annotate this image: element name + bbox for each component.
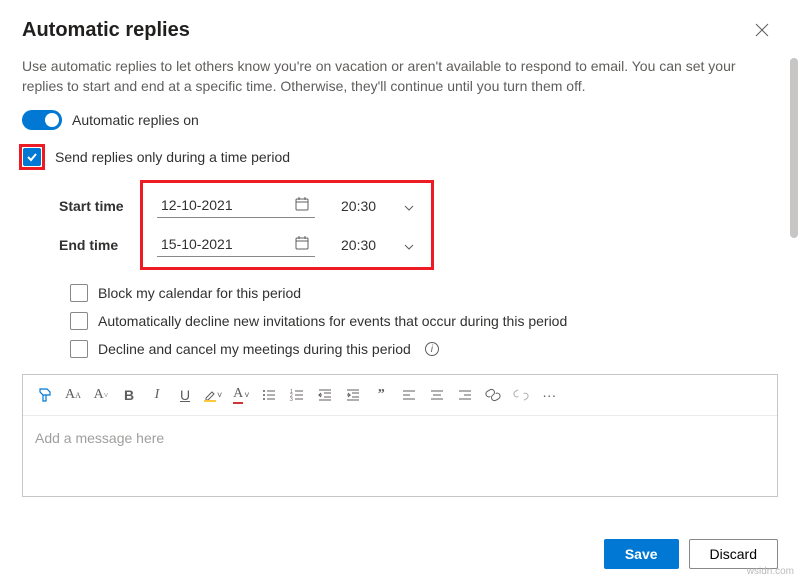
description-text: Use automatic replies to let others know…	[22, 57, 778, 96]
more-button[interactable]: ···	[537, 381, 561, 409]
calendar-icon[interactable]	[295, 197, 309, 214]
time-period-checkbox[interactable]	[23, 148, 41, 166]
checkmark-icon	[26, 151, 38, 163]
format-painter-button[interactable]	[33, 381, 57, 409]
end-date-input[interactable]	[157, 232, 315, 257]
chevron-down-icon	[404, 237, 414, 253]
chevron-down-icon	[404, 198, 414, 214]
time-period-label: Send replies only during a time period	[55, 149, 290, 165]
end-time-value: 20:30	[341, 237, 376, 253]
unlink-button[interactable]	[509, 381, 533, 409]
close-icon	[755, 23, 769, 37]
auto-decline-checkbox[interactable]	[70, 312, 88, 330]
block-calendar-label: Block my calendar for this period	[98, 285, 301, 301]
end-time-label: End time	[59, 237, 131, 253]
highlight-frame-checkbox	[19, 144, 45, 170]
bullet-list-button[interactable]	[257, 381, 281, 409]
dialog-title: Automatic replies	[22, 19, 190, 42]
start-time-label: Start time	[59, 198, 131, 214]
font-size-down-button[interactable]: A˅	[89, 381, 113, 409]
scrollbar-thumb[interactable]	[790, 58, 798, 238]
end-time-select[interactable]: 20:30	[333, 233, 422, 257]
highlight-frame-times: Start time 20:30 End time	[140, 180, 434, 270]
discard-button[interactable]: Discard	[689, 539, 778, 569]
auto-replies-toggle-label: Automatic replies on	[72, 112, 199, 128]
align-center-button[interactable]	[425, 381, 449, 409]
message-editor: AA A˅ B I U ˅ A˅ 123 ” ··· Add a message…	[22, 374, 778, 497]
save-button[interactable]: Save	[604, 539, 679, 569]
bold-button[interactable]: B	[117, 381, 141, 409]
number-list-button[interactable]: 123	[285, 381, 309, 409]
auto-decline-label: Automatically decline new invitations fo…	[98, 313, 567, 329]
start-time-select[interactable]: 20:30	[333, 194, 422, 218]
start-time-value: 20:30	[341, 198, 376, 214]
font-color-button[interactable]: A˅	[229, 381, 253, 409]
outdent-button[interactable]	[313, 381, 337, 409]
font-size-up-button[interactable]: AA	[61, 381, 85, 409]
align-right-button[interactable]	[453, 381, 477, 409]
indent-button[interactable]	[341, 381, 365, 409]
message-textarea[interactable]: Add a message here	[23, 416, 777, 496]
quote-button[interactable]: ”	[369, 381, 393, 409]
auto-replies-toggle[interactable]	[22, 110, 62, 130]
svg-text:3: 3	[290, 397, 293, 402]
link-button[interactable]	[481, 381, 505, 409]
editor-toolbar: AA A˅ B I U ˅ A˅ 123 ” ···	[23, 375, 777, 416]
watermark: wsidn.com	[747, 566, 794, 577]
calendar-icon[interactable]	[295, 236, 309, 253]
block-calendar-checkbox[interactable]	[70, 284, 88, 302]
align-left-button[interactable]	[397, 381, 421, 409]
close-button[interactable]	[746, 14, 778, 46]
start-date-input[interactable]	[157, 193, 315, 218]
cancel-meetings-label: Decline and cancel my meetings during th…	[98, 341, 411, 357]
underline-button[interactable]: U	[173, 381, 197, 409]
italic-button[interactable]: I	[145, 381, 169, 409]
info-icon[interactable]: i	[425, 342, 439, 356]
highlight-button[interactable]: ˅	[201, 381, 225, 409]
cancel-meetings-checkbox[interactable]	[70, 340, 88, 358]
